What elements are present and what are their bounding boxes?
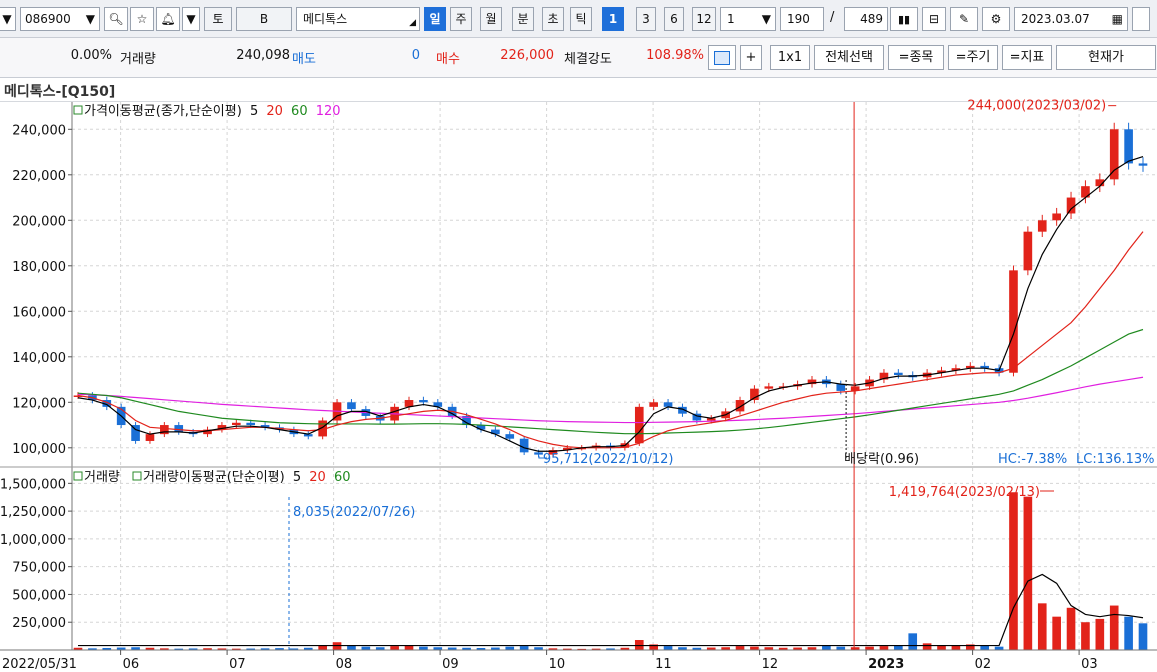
y-tick-label: 250,000 [12, 616, 66, 631]
volume-bar [735, 646, 745, 650]
candle-body [735, 400, 745, 412]
y-tick-label: 100,000 [12, 442, 66, 457]
candle-body [534, 452, 543, 455]
candle-body [836, 384, 846, 391]
candle-body [1066, 197, 1076, 214]
volume-bar [663, 646, 673, 650]
candle-body [1109, 129, 1119, 180]
volume-legend: 거래량 [84, 470, 120, 485]
volume-ma-legend: 거래량이동평균(단순이평) 5 20 60 [143, 470, 351, 485]
y-tick-label: 160,000 [12, 305, 66, 320]
volume-bar [980, 645, 990, 650]
volume-bar [1023, 496, 1033, 650]
candle-body [634, 406, 644, 444]
volume-bar [404, 645, 414, 650]
volume-ma5-line [78, 573, 1144, 647]
volume-bar [822, 645, 831, 650]
legend-checkbox-icon[interactable] [73, 105, 83, 115]
volume-max-annotation: 1,419,764(2023/02/13) [889, 485, 1040, 500]
y-tick-label: 180,000 [12, 260, 66, 275]
volume-bar [1095, 618, 1105, 650]
legend-checkbox-icon[interactable] [73, 471, 83, 481]
candle-body [174, 425, 184, 432]
x-tick-label: 09 [442, 657, 459, 672]
candle-body [419, 400, 428, 403]
high-annotation: 244,000(2023/03/02) [967, 99, 1106, 114]
x-tick-label: 07 [229, 657, 246, 672]
y-tick-label: 1,250,000 [0, 505, 66, 520]
candle-body [246, 422, 256, 426]
volume-bar [1066, 607, 1076, 650]
volume-bar [1124, 616, 1133, 650]
candle-body [1052, 213, 1061, 221]
candle-body [1009, 270, 1018, 373]
lc-label: LC:136.13% [1076, 452, 1155, 467]
candle-body [663, 402, 673, 407]
candle-body [764, 386, 774, 389]
hc-label: HC:-7.38% [998, 452, 1067, 467]
candle-body [1138, 163, 1148, 166]
candle-body [505, 434, 515, 439]
volume-bar [1138, 623, 1148, 650]
candle-body [347, 402, 356, 410]
low-annotation: 95,712(2022/10/12) [543, 452, 674, 467]
y-tick-label: 140,000 [12, 351, 66, 366]
ma20-line [77, 231, 1144, 449]
x-tick-label: 08 [336, 657, 353, 672]
volume-bar [894, 645, 903, 650]
volume-bar [1052, 616, 1061, 650]
price-legend: 가격이동평균(종가,단순이평) 5 20 60 120 [84, 104, 341, 119]
volume-bar [1037, 603, 1047, 650]
candle-body [649, 402, 658, 407]
y-tick-label: 1,500,000 [0, 477, 66, 492]
x-tick-label: 10 [549, 657, 566, 672]
volume-bar [879, 646, 889, 650]
legend-checkbox-icon[interactable] [132, 471, 142, 481]
volume-bar [519, 646, 529, 650]
candle-body [894, 372, 903, 375]
volume-bar [1009, 492, 1018, 650]
volume-bar [1109, 605, 1119, 650]
ma120-line [77, 376, 1144, 424]
x-tick-label: 06 [123, 657, 140, 672]
candle-body [145, 434, 155, 441]
volume-bar [937, 645, 946, 650]
volume-bar [318, 645, 327, 650]
volume-min-annotation: 8,035(2022/07/26) [293, 505, 415, 520]
y-tick-label: 240,000 [12, 123, 66, 138]
candle-body [1124, 129, 1133, 164]
dividend-label: 배당락(0.96) [844, 452, 919, 467]
volume-bar [390, 646, 399, 650]
candle-body [1037, 220, 1047, 232]
candle-body [519, 438, 529, 453]
x-tick-label: 2023 [868, 657, 904, 672]
x-tick-label: 11 [655, 657, 672, 672]
y-tick-label: 500,000 [12, 588, 66, 603]
candle-body [231, 422, 241, 426]
x-tick-label: 12 [762, 657, 779, 672]
stock-chart[interactable]: 100,000 120,000 140,000 160,000 180,000 200,0… [0, 0, 1157, 672]
y-tick-label: 200,000 [12, 214, 66, 229]
ma60-line [77, 328, 1144, 435]
ma5-line [77, 156, 1144, 452]
y-tick-label: 1,000,000 [0, 533, 66, 548]
candle-body [1023, 231, 1033, 271]
y-tick-label: 220,000 [12, 169, 66, 184]
x-tick-label: 02 [975, 657, 992, 672]
y-tick-label: 750,000 [12, 561, 66, 576]
volume-bar [908, 633, 918, 650]
y-tick-label: 120,000 [12, 396, 66, 411]
x-tick-label: 2022/05/31 [2, 657, 77, 672]
volume-bar [1081, 622, 1090, 650]
volume-bar [922, 643, 932, 650]
x-tick-label: 03 [1081, 657, 1098, 672]
